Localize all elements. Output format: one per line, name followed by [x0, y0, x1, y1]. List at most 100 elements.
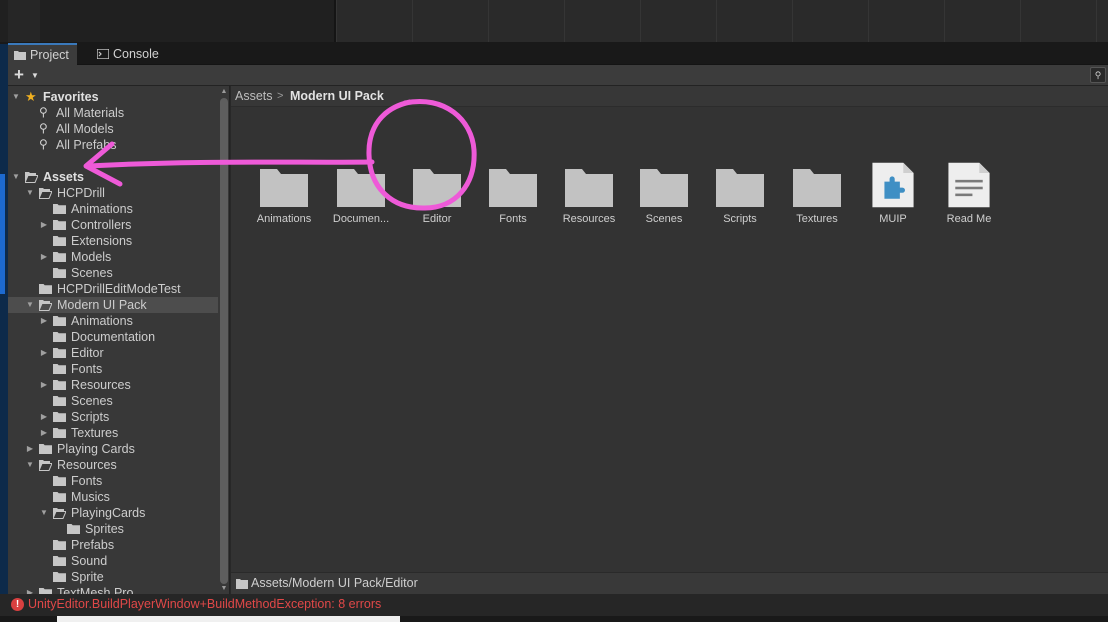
tree-item[interactable]: Scenes — [8, 393, 218, 409]
tree-item[interactable]: Musics — [8, 489, 218, 505]
folder-icon — [67, 523, 80, 535]
folder-icon — [53, 491, 66, 503]
folder-icon — [640, 169, 688, 207]
folder-icon — [53, 379, 66, 391]
tree-item[interactable]: Scenes — [8, 265, 218, 281]
folder-icon — [53, 219, 66, 231]
tree-item[interactable]: Documentation — [8, 329, 218, 345]
folder-open-icon — [38, 459, 53, 471]
console-error-bar[interactable]: ! UnityEditor.BuildPlayerWindow+BuildMet… — [0, 594, 1108, 616]
folder-icon — [53, 475, 66, 487]
status-bar: Assets/Modern UI Pack/Editor — [231, 572, 1108, 595]
tree-item[interactable]: ▼ Resources — [8, 457, 218, 473]
collapse-arrow-icon[interactable]: ▶ — [39, 409, 49, 425]
desktop-edge — [0, 44, 8, 604]
tree-item[interactable]: ▶ Scripts — [8, 409, 218, 425]
tree-item-label: Sprite — [71, 570, 104, 584]
tree-item[interactable]: ▶ Textures — [8, 425, 218, 441]
breadcrumb-assets[interactable]: Assets — [235, 86, 273, 106]
create-button[interactable]: + — [14, 66, 24, 84]
tree-item[interactable]: ▶ Playing Cards — [8, 441, 218, 457]
folder-icon — [39, 587, 52, 594]
tree-item[interactable]: HCPDrillEditModeTest — [8, 281, 218, 297]
favorite-item[interactable]: ⚲ All Prefabs — [8, 137, 218, 153]
tree-item-label: Resources — [71, 378, 131, 392]
tree-item[interactable]: ▶ Resources — [8, 377, 218, 393]
folder-icon — [260, 169, 308, 207]
asset-item-label: MUIP — [879, 213, 907, 225]
collapse-arrow-icon[interactable]: ▶ — [39, 313, 49, 329]
folder-icon — [39, 443, 52, 455]
tree-item[interactable]: ▶ Controllers — [8, 217, 218, 233]
expand-arrow-icon[interactable]: ▼ — [25, 185, 35, 201]
tree-item[interactable]: ▶ TextMesh Pro — [8, 585, 218, 594]
asset-item[interactable]: Fonts — [475, 161, 551, 225]
tree-item-label: Sound — [71, 554, 108, 568]
scene-view-area[interactable] — [334, 0, 1108, 42]
tree-item[interactable]: ▶ Animations — [8, 313, 218, 329]
tree-item[interactable]: Sound — [8, 553, 218, 569]
folder-icon — [53, 267, 66, 279]
folder-open-icon — [25, 172, 38, 183]
search-icon: ⚲ — [39, 137, 48, 151]
asset-item[interactable]: Editor — [399, 161, 475, 225]
tree-item[interactable]: Extensions — [8, 233, 218, 249]
asset-item[interactable]: Textures — [779, 161, 855, 225]
collapse-arrow-icon[interactable]: ▶ — [25, 441, 35, 457]
tree-item[interactable]: Fonts — [8, 473, 218, 489]
tree-item[interactable]: Prefabs — [8, 537, 218, 553]
tree-item-label: Sprites — [85, 522, 124, 536]
collapse-arrow-icon[interactable]: ▶ — [39, 377, 49, 393]
asset-item[interactable]: Resources — [551, 161, 627, 225]
favorites-header[interactable]: ▼ ★ Favorites — [8, 89, 218, 105]
assets-header[interactable]: ▼ Assets — [8, 169, 218, 185]
tree-item-label: HCPDrillEditModeTest — [57, 282, 181, 296]
folder-icon — [793, 169, 841, 207]
tree-item-label: Fonts — [71, 362, 103, 376]
expand-arrow-icon[interactable]: ▼ — [25, 457, 35, 473]
tab-project[interactable]: Project — [8, 43, 77, 65]
tree-item[interactable]: ▶ Models — [8, 249, 218, 265]
asset-item[interactable]: Read Me — [931, 161, 1007, 225]
search-icon[interactable]: ⚲ — [1090, 67, 1106, 83]
collapse-arrow-icon[interactable]: ▶ — [39, 345, 49, 361]
favorite-item-label: All Materials — [56, 106, 125, 120]
asset-item[interactable]: Documen... — [323, 161, 399, 225]
search-icon: ⚲ — [39, 121, 48, 135]
breadcrumb-current[interactable]: Modern UI Pack — [290, 86, 384, 106]
tree-item[interactable]: Sprites — [8, 521, 218, 537]
scroll-up-icon[interactable]: ▲ — [219, 88, 229, 95]
folder-icon — [53, 539, 66, 551]
expand-arrow-icon[interactable]: ▼ — [39, 505, 49, 521]
scrollbar-thumb[interactable] — [220, 98, 228, 584]
favorite-item[interactable]: ⚲ All Materials — [8, 105, 218, 121]
favorite-item[interactable]: ⚲ All Models — [8, 121, 218, 137]
tab-console[interactable]: Console — [91, 44, 167, 64]
tree-item[interactable]: Sprite — [8, 569, 218, 585]
scroll-down-icon[interactable]: ▼ — [219, 585, 229, 592]
asset-item-label: Resources — [562, 213, 616, 225]
asset-item[interactable]: MUIP — [855, 161, 931, 225]
collapse-arrow-icon[interactable]: ▶ — [39, 217, 49, 233]
chevron-down-icon[interactable]: ▼ — [31, 71, 39, 80]
folder-open-icon — [52, 507, 67, 519]
asset-item[interactable]: Scenes — [626, 161, 702, 225]
tree-item[interactable]: ▼ PlayingCards — [8, 505, 218, 521]
tree-item[interactable]: ▼ Modern UI Pack — [8, 297, 218, 313]
favorite-item-label: All Prefabs — [56, 138, 117, 152]
tree-item[interactable]: Animations — [8, 201, 218, 217]
tree-item[interactable]: Fonts — [8, 361, 218, 377]
collapse-arrow-icon[interactable]: ▶ — [39, 249, 49, 265]
error-message[interactable]: UnityEditor.BuildPlayerWindow+BuildMetho… — [28, 597, 381, 611]
expand-arrow-icon[interactable]: ▼ — [25, 297, 35, 313]
tree-scrollbar[interactable]: ▲ ▼ — [219, 86, 229, 594]
collapse-arrow-icon[interactable]: ▶ — [25, 585, 35, 594]
collapse-arrow-icon[interactable]: ▶ — [39, 425, 49, 441]
expand-arrow-icon[interactable]: ▼ — [11, 89, 21, 105]
expand-arrow-icon[interactable]: ▼ — [11, 169, 21, 185]
search-icon: ⚲ — [39, 105, 48, 119]
tree-item[interactable]: ▶ Editor — [8, 345, 218, 361]
asset-item[interactable]: Scripts — [702, 161, 778, 225]
asset-item[interactable]: Animations — [246, 161, 322, 225]
tree-item[interactable]: ▼ HCPDrill — [8, 185, 218, 201]
